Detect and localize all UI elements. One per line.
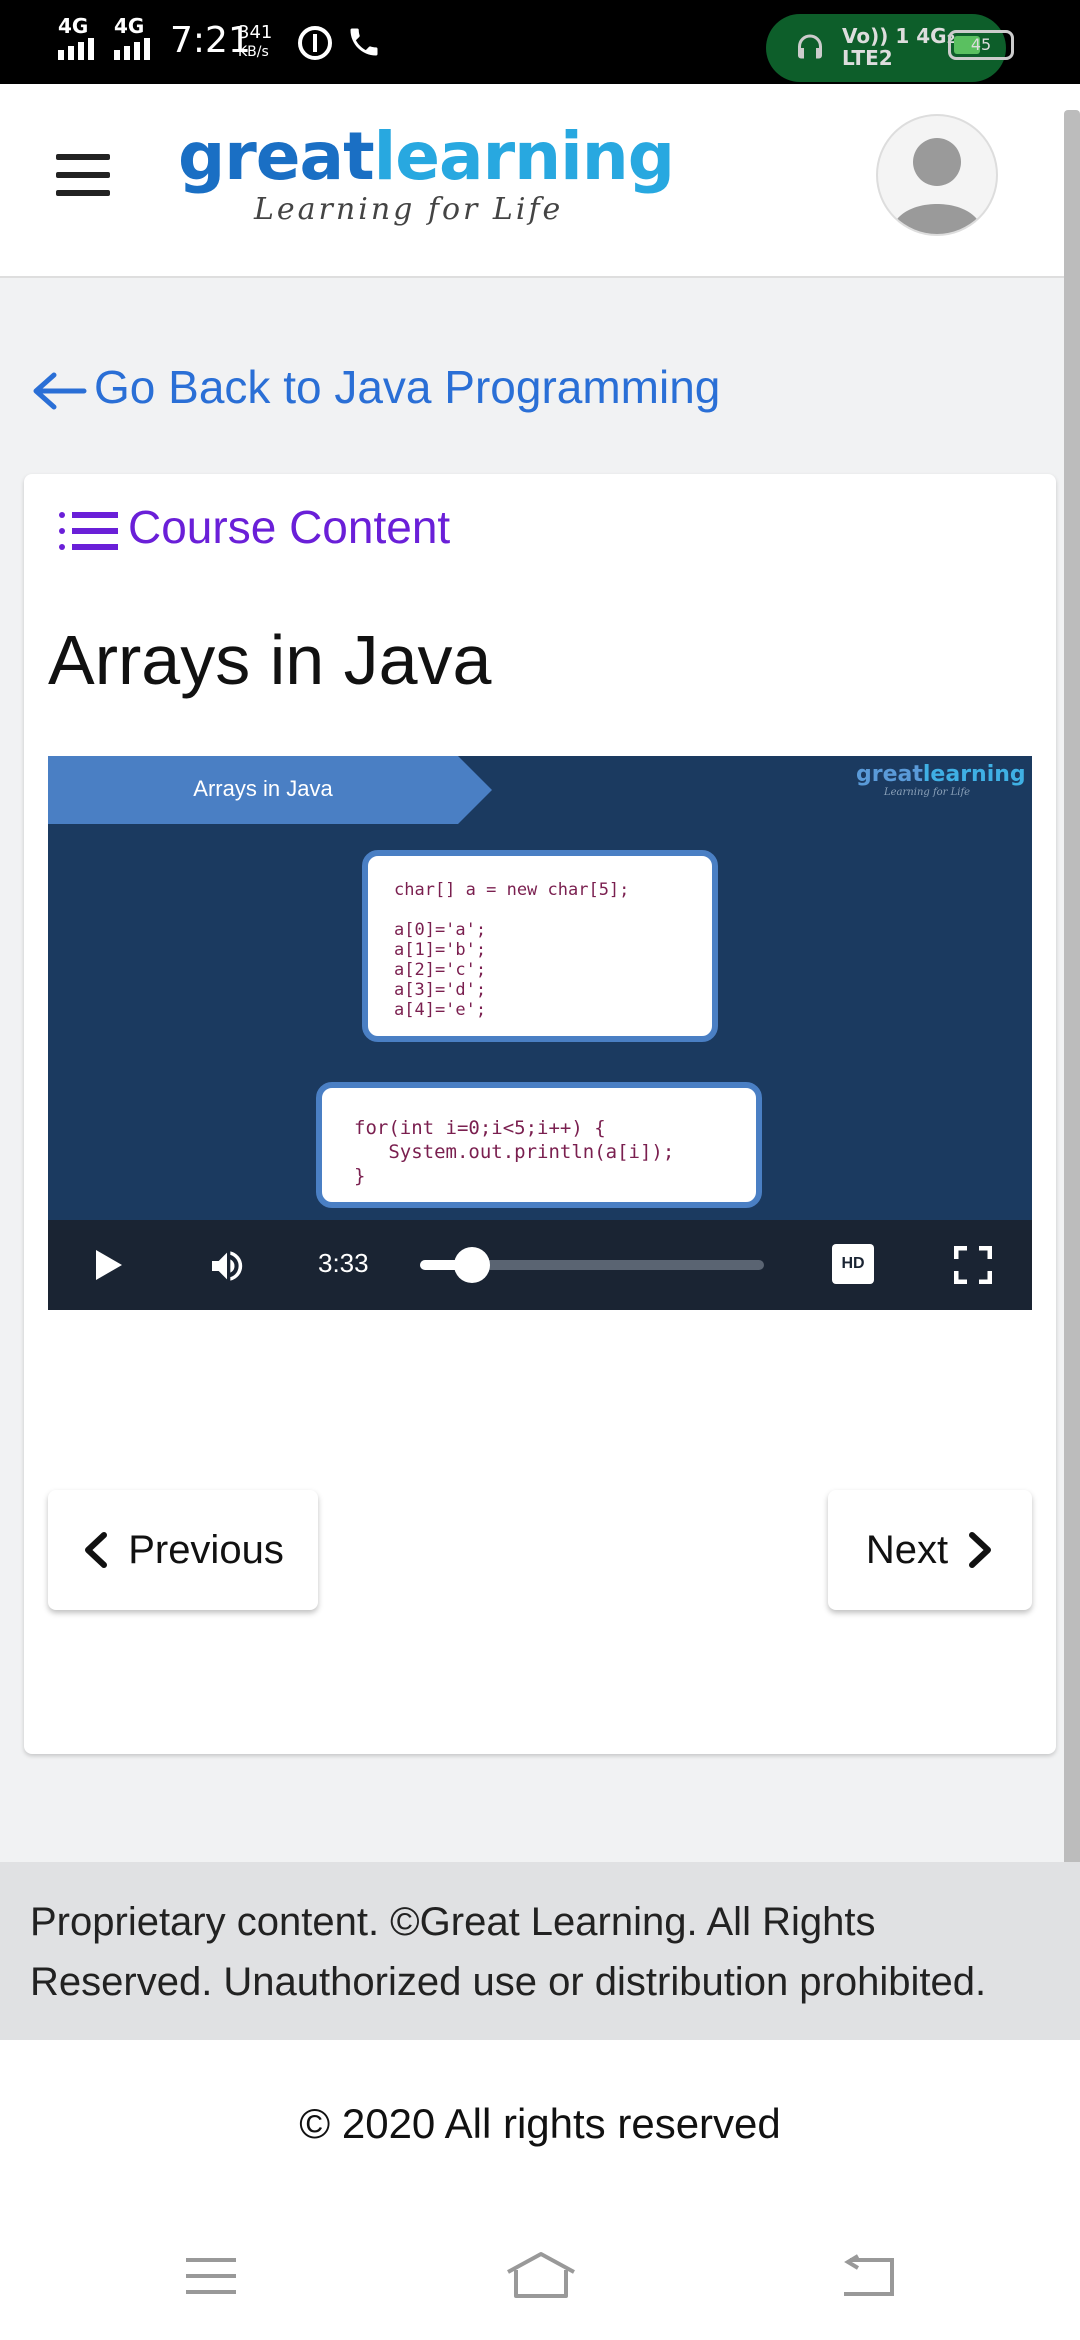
code-snippet-declaration: char[] a = new char[5]; a[0]='a'; a[1]='… <box>362 850 718 1042</box>
back-to-course-link[interactable]: Go Back to Java Programming <box>32 360 720 414</box>
phone-call-icon <box>346 24 382 65</box>
fullscreen-icon[interactable] <box>953 1245 993 1289</box>
headset-icon <box>792 30 828 71</box>
page-scrollbar[interactable] <box>1064 110 1080 2010</box>
back-link-label: Go Back to Java Programming <box>94 361 721 413</box>
ribbon-tip <box>458 756 492 824</box>
watermark-tagline: Learning for Life <box>884 787 971 798</box>
signal-icon-2 <box>114 38 160 65</box>
video-ribbon-title: Arrays in Java <box>193 776 333 801</box>
network-label-2: 4G <box>114 14 145 38</box>
user-avatar-icon[interactable] <box>876 114 998 236</box>
carrier-bottom: LTE2 <box>842 46 893 70</box>
battery-icon: 45 <box>948 30 1014 60</box>
volume-icon[interactable] <box>204 1246 250 1291</box>
chevron-right-icon <box>969 1532 992 1568</box>
status-bar: 4G 4G 7:21 341 KB/s Vo)) 1 4G₂ LTE2 45 <box>0 0 1080 84</box>
previous-button[interactable]: Previous <box>48 1490 318 1610</box>
logo-learning: learning <box>373 118 675 195</box>
lesson-title: Arrays in Java <box>48 621 492 699</box>
hd-quality-button[interactable]: HD <box>832 1244 874 1284</box>
video-player[interactable]: Arrays in Java greatlearning Learning fo… <box>48 756 1032 1310</box>
video-title-ribbon: Arrays in Java <box>48 756 458 824</box>
battery-level: 45 <box>970 35 992 54</box>
play-icon[interactable] <box>92 1248 124 1287</box>
chevron-left-icon <box>85 1532 108 1568</box>
recent-apps-icon[interactable] <box>184 2256 238 2301</box>
arrow-left-icon <box>33 372 87 410</box>
hamburger-icon[interactable] <box>56 154 110 208</box>
logo-tagline: Learning for Life <box>254 192 564 227</box>
logo-great: great <box>178 118 375 195</box>
call-indicator-pill[interactable]: Vo)) 1 4G₂ LTE2 45 <box>766 14 1014 82</box>
next-button[interactable]: Next <box>828 1490 1032 1610</box>
signal-icon-1 <box>58 38 104 65</box>
next-label: Next <box>865 1527 949 1572</box>
watermark-learning: learning <box>922 762 1026 787</box>
video-current-time: 3:33 <box>318 1248 369 1278</box>
net-speed-value: 341 <box>238 22 273 43</box>
carrier-top: Vo)) 1 4G₂ <box>842 24 956 48</box>
brand-logo[interactable]: greatlearning Learning for Life <box>178 124 675 228</box>
network-label-1: 4G <box>58 14 89 38</box>
app-header: greatlearning Learning for Life <box>0 84 1080 278</box>
code-snippet-loop: for(int i=0;i<5;i++) { System.out.printl… <box>316 1082 762 1208</box>
previous-label: Previous <box>128 1527 284 1572</box>
video-progress-knob[interactable] <box>454 1247 490 1283</box>
back-nav-icon[interactable] <box>840 2254 896 2303</box>
video-controls: 3:33 HD <box>48 1220 1032 1310</box>
course-content-link[interactable]: Course Content <box>58 500 450 554</box>
course-content-label: Course Content <box>128 501 451 553</box>
home-icon[interactable] <box>504 2250 578 2305</box>
watermark-great: great <box>856 762 923 787</box>
video-progress-track[interactable] <box>420 1247 764 1283</box>
video-watermark: greatlearning Learning for Life <box>856 762 1026 798</box>
net-speed-unit: KB/s <box>238 44 269 60</box>
copyright-text: © 2020 All rights reserved <box>299 2100 781 2147</box>
footer-notice-text: Proprietary content. ©Great Learning. Al… <box>30 1900 987 2004</box>
data-saver-icon <box>296 24 334 67</box>
list-icon <box>59 511 118 550</box>
